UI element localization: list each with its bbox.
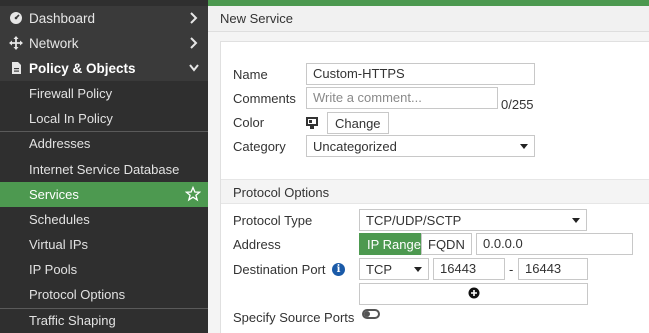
chevron-right-icon xyxy=(188,35,200,51)
destination-port-low-input[interactable]: 16443 xyxy=(433,258,505,280)
color-label: Color xyxy=(233,115,265,130)
sidebar-item-ip-pools[interactable]: IP Pools xyxy=(0,257,208,282)
address-input[interactable]: 0.0.0.0 xyxy=(476,233,633,255)
new-service-form: Name Custom-HTTPS Comments Write a comme… xyxy=(220,41,649,333)
page-title: New Service xyxy=(220,11,293,26)
sidebar-item-label: IP Pools xyxy=(29,261,78,277)
sidebar-item-label: Dashboard xyxy=(29,11,96,26)
dashboard-icon xyxy=(9,11,23,25)
sidebar-item-internet-service-database[interactable]: Internet Service Database xyxy=(0,157,208,182)
specify-source-ports-label: Specify Source Ports xyxy=(233,310,355,325)
toggle-knob xyxy=(364,311,370,317)
sidebar-item-label: Protocol Options xyxy=(29,286,126,302)
protocol-type-label: Protocol Type xyxy=(233,213,313,228)
sidebar-item-virtual-ips[interactable]: Virtual IPs xyxy=(0,232,208,257)
sidebar-item-label: Policy & Objects xyxy=(29,61,136,76)
sidebar-item-label: Addresses xyxy=(29,136,91,151)
sidebar-item-network[interactable]: Network xyxy=(0,31,208,56)
sidebar-item-label: Traffic Shaping xyxy=(29,313,116,328)
sidebar-item-services[interactable]: Services xyxy=(0,182,208,207)
policy-document-icon xyxy=(9,61,23,75)
address-mode-fqdn[interactable]: FQDN xyxy=(421,233,472,255)
caret-down-icon xyxy=(414,267,422,272)
content-area: Name Custom-HTTPS Comments Write a comme… xyxy=(208,32,649,333)
sidebar-item-label: Services xyxy=(29,186,79,202)
destination-port-high-input[interactable]: 16443 xyxy=(518,258,588,280)
page-header: New Service xyxy=(208,6,649,32)
section-title: Protocol Options xyxy=(233,185,330,200)
sidebar-item-policy-objects[interactable]: Policy & Objects xyxy=(0,56,208,81)
sidebar-item-label: Schedules xyxy=(29,211,90,227)
chevron-right-icon xyxy=(188,10,200,26)
comments-textarea[interactable]: Write a comment... xyxy=(306,87,498,109)
sidebar-item-label: Virtual IPs xyxy=(29,236,89,252)
sidebar-item-traffic-shaping[interactable]: Traffic Shaping xyxy=(0,308,208,333)
protocol-options-section-header: Protocol Options xyxy=(221,179,649,204)
destination-port-protocol-value: TCP xyxy=(366,261,392,277)
color-swatch-icon xyxy=(305,116,319,130)
caret-down-icon xyxy=(572,218,580,223)
caret-down-icon xyxy=(520,144,528,149)
sidebar-item-label: Internet Service Database xyxy=(29,161,180,177)
add-port-range-button[interactable] xyxy=(359,283,588,305)
name-input[interactable]: Custom-HTTPS xyxy=(306,63,535,85)
sidebar-item-firewall-policy[interactable]: Firewall Policy xyxy=(0,81,208,106)
info-icon[interactable]: i xyxy=(332,263,345,276)
address-label: Address xyxy=(233,237,281,252)
sidebar: Dashboard Network Policy & Objects Firew… xyxy=(0,0,208,333)
sidebar-item-label: Network xyxy=(29,36,79,51)
sidebar-item-dashboard[interactable]: Dashboard xyxy=(0,6,208,31)
network-move-icon xyxy=(9,36,23,50)
sidebar-item-protocol-options[interactable]: Protocol Options xyxy=(0,282,208,307)
category-selected-value: Uncategorized xyxy=(313,138,397,154)
sidebar-item-label: Local In Policy xyxy=(29,110,113,126)
port-range-dash: - xyxy=(509,262,514,277)
address-mode-ip-range[interactable]: IP Range xyxy=(359,233,429,255)
plus-circle-icon xyxy=(468,287,480,302)
category-select[interactable]: Uncategorized xyxy=(306,135,535,157)
destination-port-label: Destination Port xyxy=(233,262,326,277)
star-icon[interactable] xyxy=(184,185,202,202)
comments-label: Comments xyxy=(233,91,296,106)
sidebar-item-schedules[interactable]: Schedules xyxy=(0,207,208,232)
destination-port-protocol-select[interactable]: TCP xyxy=(359,258,429,280)
sidebar-item-label: Firewall Policy xyxy=(29,85,113,101)
protocol-type-select[interactable]: TCP/UDP/SCTP xyxy=(359,209,587,231)
category-label: Category xyxy=(233,139,286,154)
protocol-type-selected-value: TCP/UDP/SCTP xyxy=(366,212,462,228)
change-color-button[interactable]: Change xyxy=(327,112,389,134)
specify-source-ports-toggle[interactable] xyxy=(362,309,380,319)
chevron-down-icon xyxy=(188,60,200,76)
sidebar-item-addresses[interactable]: Addresses xyxy=(0,131,208,156)
comments-char-counter: 0/255 xyxy=(501,97,534,112)
sidebar-item-local-in-policy[interactable]: Local In Policy xyxy=(0,106,208,131)
name-label: Name xyxy=(233,67,268,82)
